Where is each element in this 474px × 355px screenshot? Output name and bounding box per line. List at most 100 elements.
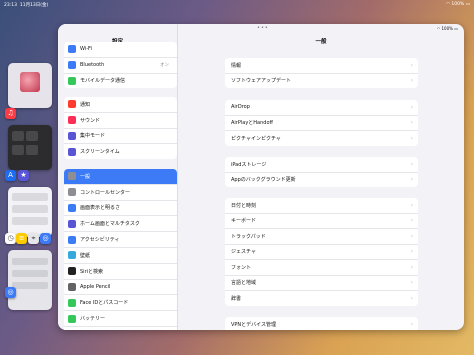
thumbnail-block	[12, 282, 48, 289]
settings-row[interactable]: ソフトウェアアップデート ›	[225, 74, 418, 89]
sidebar-item[interactable]: コントロールセンター	[64, 185, 177, 201]
sidebar-item[interactable]: 壁紙	[64, 248, 177, 264]
chevron-right-icon: ›	[410, 61, 413, 69]
sidebar-item[interactable]: アクセシビリティ	[64, 232, 177, 248]
detail-group-storage: iPadストレージ › Appのバックグラウンド更新 ›	[225, 157, 418, 187]
sidebar-item[interactable]: 集中モード	[64, 129, 177, 145]
settings-row-label: 情報	[231, 62, 242, 69]
status-right: ◠ 100% ▭	[446, 2, 470, 7]
settings-row[interactable]: VPNとデバイス管理 ›	[225, 317, 418, 330]
sidebar-item[interactable]: 画面表示と明るさ	[64, 201, 177, 217]
sidebar-group-connectivity: Wi-Fi Bluetooth オン モバイルデータ通信	[64, 42, 177, 89]
sidebar-item-label: 画面表示と明るさ	[80, 205, 121, 212]
chevron-right-icon: ›	[410, 103, 413, 111]
thumbnail-tile	[26, 145, 38, 155]
chevron-right-icon: ›	[410, 119, 413, 127]
sidebar-item[interactable]: Siriと検索	[64, 264, 177, 280]
sidebar-item[interactable]: バッテリー	[64, 311, 177, 327]
switches-icon	[68, 188, 76, 197]
thumbnail-tile	[26, 131, 38, 141]
chevron-right-icon: ›	[410, 279, 413, 287]
sidebar-item-label: サウンド	[80, 117, 101, 124]
thumbnail-block	[12, 270, 48, 277]
sidebar-item-label: バッテリー	[80, 316, 106, 323]
chevron-right-icon: ›	[410, 176, 413, 184]
bluetooth-icon	[68, 61, 76, 70]
settings-row[interactable]: iPadストレージ ›	[225, 157, 418, 173]
album-art	[20, 72, 40, 92]
siri-icon	[68, 267, 76, 276]
sidebar-item[interactable]: ホーム画面とマルチタスク	[64, 216, 177, 233]
settings-row[interactable]: ピクチャインピクチャ ›	[225, 131, 418, 146]
chevron-right-icon: ›	[410, 134, 413, 142]
sidebar-item[interactable]: モバイルデータ通信	[64, 74, 177, 89]
settings-row[interactable]: AirDrop ›	[225, 100, 418, 116]
sidebar-item-value: オン	[160, 63, 169, 69]
battery-percent: 100%	[451, 2, 465, 7]
general-detail-pane: 一般 情報 › ソフトウェアアップデート › AirDrop › AirPlayとHand…	[178, 24, 464, 330]
settings-row[interactable]: Appのバックグラウンド更新 ›	[225, 173, 418, 188]
app-thumbnail-4[interactable]	[8, 250, 52, 310]
app-store-icon[interactable]: A	[5, 170, 16, 181]
chevron-right-icon: ›	[410, 217, 413, 225]
settings-row-label: キーボード	[231, 218, 257, 225]
settings-row[interactable]: トラックパッド ›	[225, 229, 418, 245]
imovie-icon[interactable]: ★	[18, 170, 29, 181]
settings-row[interactable]: 辞書 ›	[225, 291, 418, 306]
sidebar-item-label: 通知	[80, 101, 91, 108]
sidebar-item[interactable]: サウンド	[64, 113, 177, 129]
sidebar-item[interactable]: プライバシーとセキュリティ	[64, 327, 177, 330]
chevron-right-icon: ›	[410, 77, 413, 85]
flower-icon	[68, 251, 76, 260]
sidebar-item-label: Face IDとパスコード	[80, 300, 129, 307]
music-app-thumbnail[interactable]	[8, 63, 52, 108]
chevron-right-icon: ›	[410, 201, 413, 209]
battery-icon	[68, 314, 76, 323]
settings-row-label: 言語と地域	[231, 280, 257, 287]
settings-row[interactable]: 日付と時刻 ›	[225, 198, 418, 214]
sidebar-item[interactable]: Wi-Fi	[64, 42, 177, 58]
app-thumbnail-2[interactable]	[8, 125, 52, 170]
music-app-icon[interactable]: ♫	[5, 108, 16, 119]
sidebar-item[interactable]: Face IDとパスコード	[64, 295, 177, 312]
sidebar-item-label: コントロールセンター	[80, 189, 131, 196]
sidebar-item-label: 一般	[80, 173, 91, 180]
notes-app-icon[interactable]: ≡	[16, 233, 27, 244]
detail-group-sharing: AirDrop › AirPlayとHandoff › ピクチャインピクチャ ›	[225, 100, 418, 146]
maps-app-icon[interactable]: ⌖	[28, 233, 39, 244]
sidebar-item[interactable]: 一般	[64, 169, 177, 185]
chevron-right-icon: ›	[410, 232, 413, 240]
safari-app-icon[interactable]: ◎	[5, 287, 16, 298]
settings-row-label: iPadストレージ	[231, 161, 267, 168]
detail-group-vpn: VPNとデバイス管理 ›	[225, 317, 418, 330]
sidebar-item-label: 集中モード	[80, 133, 106, 140]
chevron-right-icon: ›	[410, 248, 413, 256]
sidebar-item-label: アクセシビリティ	[80, 237, 120, 244]
settings-row[interactable]: AirPlayとHandoff ›	[225, 116, 418, 131]
sidebar-item[interactable]: Bluetooth オン	[64, 58, 177, 74]
settings-row[interactable]: キーボード ›	[225, 214, 418, 229]
sidebar-item-label: ホーム画面とマルチタスク	[80, 221, 140, 228]
sidebar-item[interactable]: スクリーンタイム	[64, 144, 177, 159]
sidebar-item[interactable]: Apple Pencil	[64, 280, 177, 296]
settings-row[interactable]: フォント ›	[225, 260, 418, 276]
app-thumbnail-3[interactable]	[8, 187, 52, 237]
sidebar-item[interactable]: 通知	[64, 97, 177, 113]
thumbnail-block	[12, 217, 48, 225]
faceid-icon	[68, 298, 76, 307]
settings-row[interactable]: ジェスチャ ›	[225, 245, 418, 260]
moon-icon	[68, 131, 76, 140]
grid-icon	[68, 219, 76, 228]
settings-row-label: ソフトウェアアップデート	[231, 78, 292, 85]
settings-row[interactable]: 言語と地域 ›	[225, 276, 418, 291]
settings-row[interactable]: 情報 ›	[225, 58, 418, 74]
settings-row-label: フォント	[231, 264, 252, 271]
clock-app-icon[interactable]: ◷	[5, 233, 16, 244]
detail-group-input: 日付と時刻 › キーボード › トラックパッド › ジェスチャ › フォント › 言語と地域 › 辞書 ›	[225, 198, 418, 306]
settings-sidebar: 設定 Wi-FiBluetoothオンモバイルデータ通信 通知サウンド集中モード…	[58, 24, 178, 330]
safari-app-icon[interactable]: ◎	[40, 233, 51, 244]
wifi-icon	[68, 45, 76, 54]
sidebar-group-system: 一般コントロールセンター 画面表示と明るさホーム画面とマルチタスク アクセシビリティ…	[64, 169, 177, 330]
settings-row-label: VPNとデバイス管理	[231, 321, 277, 328]
bell-icon	[68, 100, 76, 109]
